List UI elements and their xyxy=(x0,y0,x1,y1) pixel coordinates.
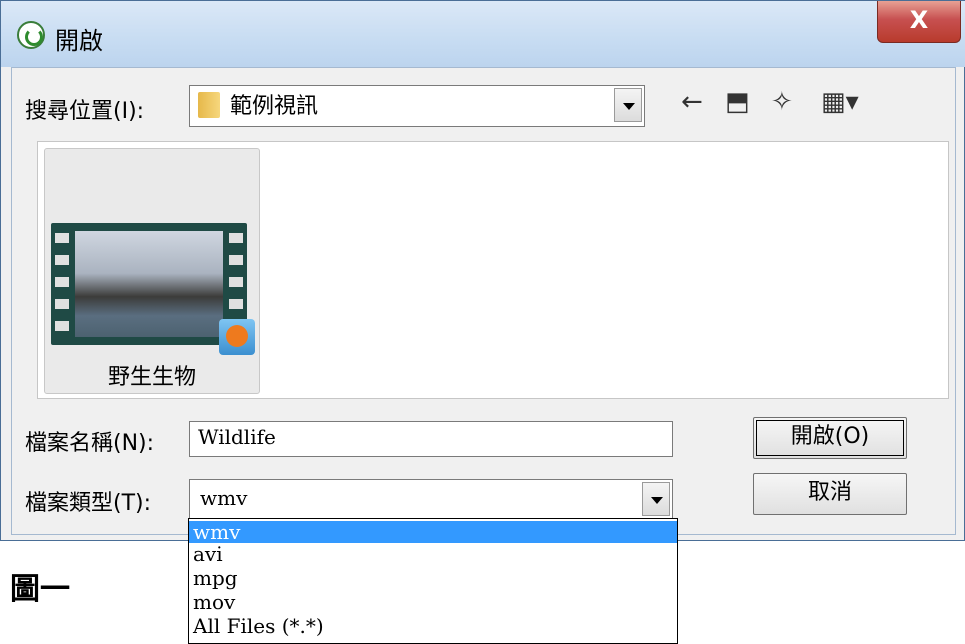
file-item[interactable]: 野生生物 xyxy=(44,148,260,394)
filetype-option[interactable]: wmv xyxy=(189,521,677,543)
open-file-dialog: 開啟 X 搜尋位置(I): 範例視訊 ← ⬒ ✧ ▦▾ 野生生物 檔案名稱(N)… xyxy=(0,0,965,541)
back-icon[interactable]: ← xyxy=(681,87,703,117)
close-button[interactable]: X xyxy=(877,1,961,43)
filetype-label: 檔案類型(T): xyxy=(25,491,152,516)
view-menu-icon[interactable]: ▦▾ xyxy=(821,87,859,117)
look-in-label: 搜尋位置(I): xyxy=(25,99,145,124)
filetype-option[interactable]: All Files (*.*) xyxy=(189,615,677,637)
folder-icon xyxy=(198,92,220,118)
filename-label: 檔案名稱(N): xyxy=(25,431,155,456)
figure-caption: 圖一 xyxy=(10,572,70,607)
app-icon xyxy=(17,21,45,49)
chevron-down-icon[interactable] xyxy=(614,88,642,122)
look-in-value: 範例視訊 xyxy=(230,94,319,119)
play-badge-icon xyxy=(219,319,255,355)
file-browser[interactable]: 野生生物 xyxy=(37,141,949,399)
new-folder-icon[interactable]: ✧ xyxy=(771,87,793,117)
video-thumbnail-icon xyxy=(51,223,255,355)
filetype-option[interactable]: avi xyxy=(189,543,677,565)
filetype-value: wmv xyxy=(200,486,248,510)
title-bar[interactable]: 開啟 X xyxy=(1,1,965,67)
filetype-combobox[interactable]: wmv xyxy=(189,479,673,519)
filetype-option[interactable]: mov xyxy=(189,591,677,613)
filetype-dropdown-list[interactable]: wmv avi mpg mov All Files (*.*) xyxy=(188,518,678,644)
window-title: 開啟 xyxy=(55,27,103,55)
filename-input[interactable]: Wildlife xyxy=(189,421,673,457)
chevron-down-icon[interactable] xyxy=(642,482,670,516)
look-in-combobox[interactable]: 範例視訊 xyxy=(189,85,645,127)
file-name-label: 野生生物 xyxy=(107,365,196,390)
cancel-button[interactable]: 取消 xyxy=(753,473,907,515)
open-button[interactable]: 開啟(O) xyxy=(753,417,907,459)
up-folder-icon[interactable]: ⬒ xyxy=(725,87,750,117)
filetype-option[interactable]: mpg xyxy=(189,567,677,589)
